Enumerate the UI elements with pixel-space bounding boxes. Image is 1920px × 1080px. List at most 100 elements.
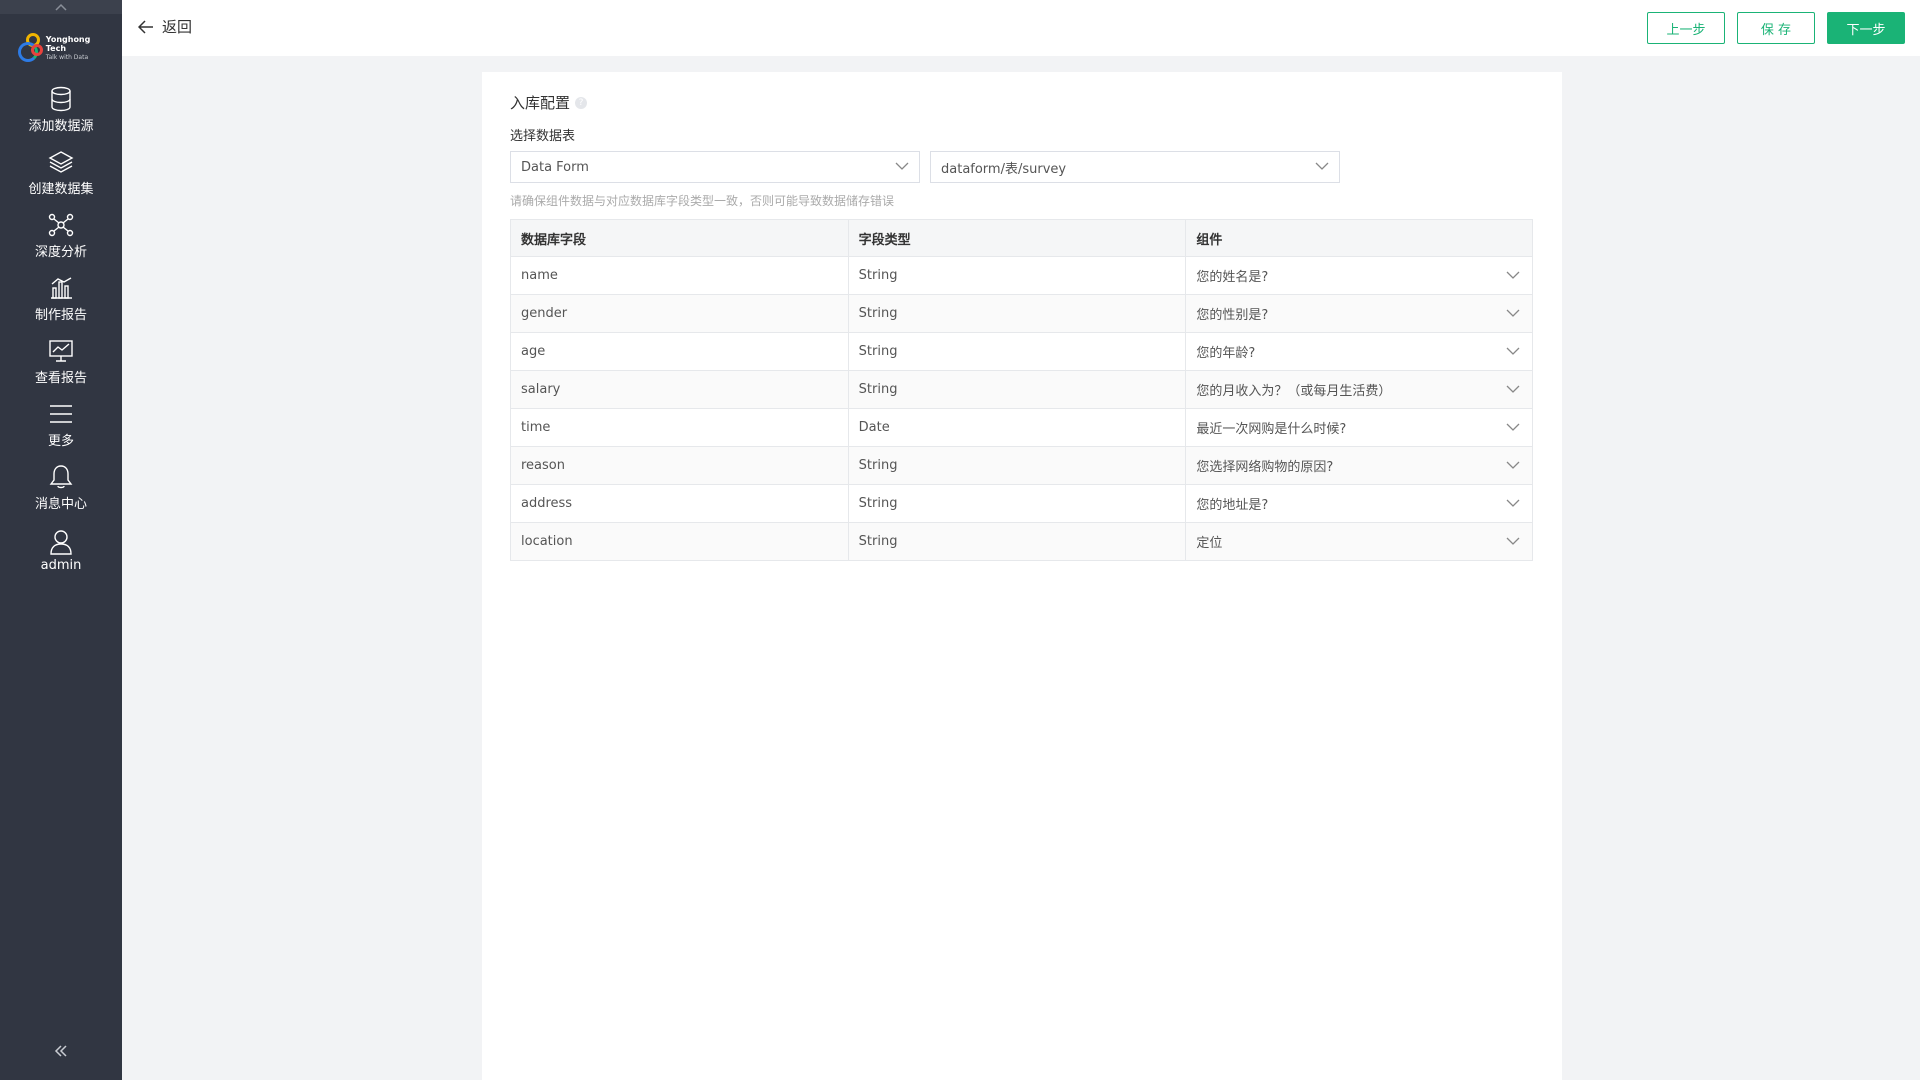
header-component: 组件 [1185,219,1533,257]
type-cell: String [847,370,1187,409]
header-field-type: 字段类型 [847,219,1187,257]
table-header-row: 数据库字段 字段类型 组件 [510,219,1533,257]
source-select-value: Data Form [521,159,589,175]
table-row: reason String 您选择网络购物的原因? [510,446,1533,485]
sidebar-item-label: 消息中心 [34,497,87,512]
field-cell: reason [510,446,849,485]
network-icon [47,211,75,239]
type-cell: String [847,446,1187,485]
chevron-down-icon [895,162,909,170]
component-value: 您选择网络购物的原因? [1196,460,1334,475]
double-chevron-left-icon [54,1045,67,1057]
sidebar-item-deep-analysis[interactable]: 深度分析 [0,204,122,267]
table-row: age String 您的年龄? [510,332,1533,371]
sidebar-item-make-report[interactable]: 制作报告 [0,267,122,330]
component-value: 您的地址是? [1196,498,1269,513]
table-row: name String 您的姓名是? [510,256,1533,295]
component-select[interactable]: 您的年龄? [1185,332,1533,371]
chevron-down-icon [1506,385,1520,393]
component-select[interactable]: 定位 [1185,522,1533,561]
type-cell: String [847,522,1187,561]
field-cell: time [510,408,849,447]
table-row: time Date 最近一次网购是什么时候? [510,408,1533,447]
chevron-down-icon [1506,271,1520,279]
collapse-top-button[interactable] [0,0,122,14]
chevron-up-icon [55,3,67,11]
header-db-field: 数据库字段 [510,219,849,257]
next-step-button[interactable]: 下一步 [1827,12,1905,44]
section-title: 入库配置 ? [510,92,588,113]
table-row: location String 定位 [510,522,1533,561]
select-table-label: 选择数据表 [510,129,576,144]
table-select[interactable]: dataform/表/survey [930,151,1340,183]
sidebar-nav: 添加数据源 创建数据集 深度分析 制作报告 查看报告 更多 消息中心 admin [0,78,122,582]
bell-icon [47,463,75,491]
component-select[interactable]: 您的性别是? [1185,294,1533,333]
type-cell: String [847,484,1187,523]
type-cell: String [847,294,1187,333]
component-value: 您的月收入为？（或每月生活费） [1196,384,1392,399]
prev-step-button[interactable]: 上一步 [1647,12,1725,44]
chevron-down-icon [1506,347,1520,355]
type-hint: 请确保组件数据与对应数据库字段类型一致，否则可能导致数据储存错误 [510,194,895,208]
sidebar-item-label: 创建数据集 [28,182,94,197]
sidebar-item-label: 添加数据源 [28,119,94,134]
sidebar-item-admin[interactable]: admin [0,519,122,582]
field-cell: address [510,484,849,523]
bar-chart-icon [47,274,75,302]
chevron-down-icon [1315,162,1329,170]
component-value: 定位 [1196,536,1223,551]
component-select[interactable]: 您选择网络购物的原因? [1185,446,1533,485]
field-cell: salary [510,370,849,409]
sidebar-item-more[interactable]: 更多 [0,393,122,456]
component-select[interactable]: 您的姓名是? [1185,256,1533,295]
sidebar-item-label: 深度分析 [34,245,87,260]
component-select[interactable]: 您的月收入为？（或每月生活费） [1185,370,1533,409]
table-row: gender String 您的性别是? [510,294,1533,333]
logo-tagline: Talk with Data [45,53,89,61]
help-icon[interactable]: ? [575,96,588,109]
user-icon [47,528,75,556]
component-value: 最近一次网购是什么时候? [1196,422,1347,437]
component-select[interactable]: 您的地址是? [1185,484,1533,523]
logo-rings [18,33,44,63]
top-toolbar: 返回 上一步 保 存 下一步 [122,0,1920,56]
field-cell: gender [510,294,849,333]
save-button[interactable]: 保 存 [1737,12,1815,44]
logo-name: Yonghong Tech [45,34,91,53]
table-select-value: dataform/表/survey [941,161,1067,177]
chevron-down-icon [1506,499,1520,507]
sidebar-item-view-report[interactable]: 查看报告 [0,330,122,393]
sidebar-item-messages[interactable]: 消息中心 [0,456,122,519]
arrow-left-icon [138,19,153,34]
component-select[interactable]: 最近一次网购是什么时候? [1185,408,1533,447]
chevron-down-icon [1506,423,1520,431]
type-cell: String [847,332,1187,371]
table-row: salary String 您的月收入为？（或每月生活费） [510,370,1533,409]
content-panel: 入库配置 ? 选择数据表 Data Form dataform/表/survey… [482,72,1562,1080]
menu-icon [47,400,75,428]
type-cell: Date [847,408,1187,447]
type-cell: String [847,256,1187,295]
sidebar-item-create-dataset[interactable]: 创建数据集 [0,141,122,204]
database-icon [47,85,75,113]
sidebar-item-add-datasource[interactable]: 添加数据源 [0,78,122,141]
component-value: 您的姓名是? [1196,270,1269,285]
monitor-chart-icon [47,337,75,365]
collapse-sidebar-button[interactable] [0,1041,122,1062]
source-select[interactable]: Data Form [510,151,920,183]
sidebar: Yonghong Tech Talk with Data 添加数据源 创建数据集… [0,0,122,1080]
table-row: address String 您的地址是? [510,484,1533,523]
component-value: 您的性别是? [1196,308,1269,323]
sidebar-item-label: 更多 [47,434,74,449]
field-cell: name [510,256,849,295]
back-button[interactable]: 返回 [138,16,192,37]
field-cell: location [510,522,849,561]
logo[interactable]: Yonghong Tech Talk with Data [18,28,108,68]
field-mapping-table: 数据库字段 字段类型 组件 name String 您的姓名是? gender … [510,219,1533,561]
sidebar-item-label: 制作报告 [34,308,87,323]
field-cell: age [510,332,849,371]
chevron-down-icon [1506,461,1520,469]
chevron-down-icon [1506,309,1520,317]
chevron-down-icon [1506,537,1520,545]
